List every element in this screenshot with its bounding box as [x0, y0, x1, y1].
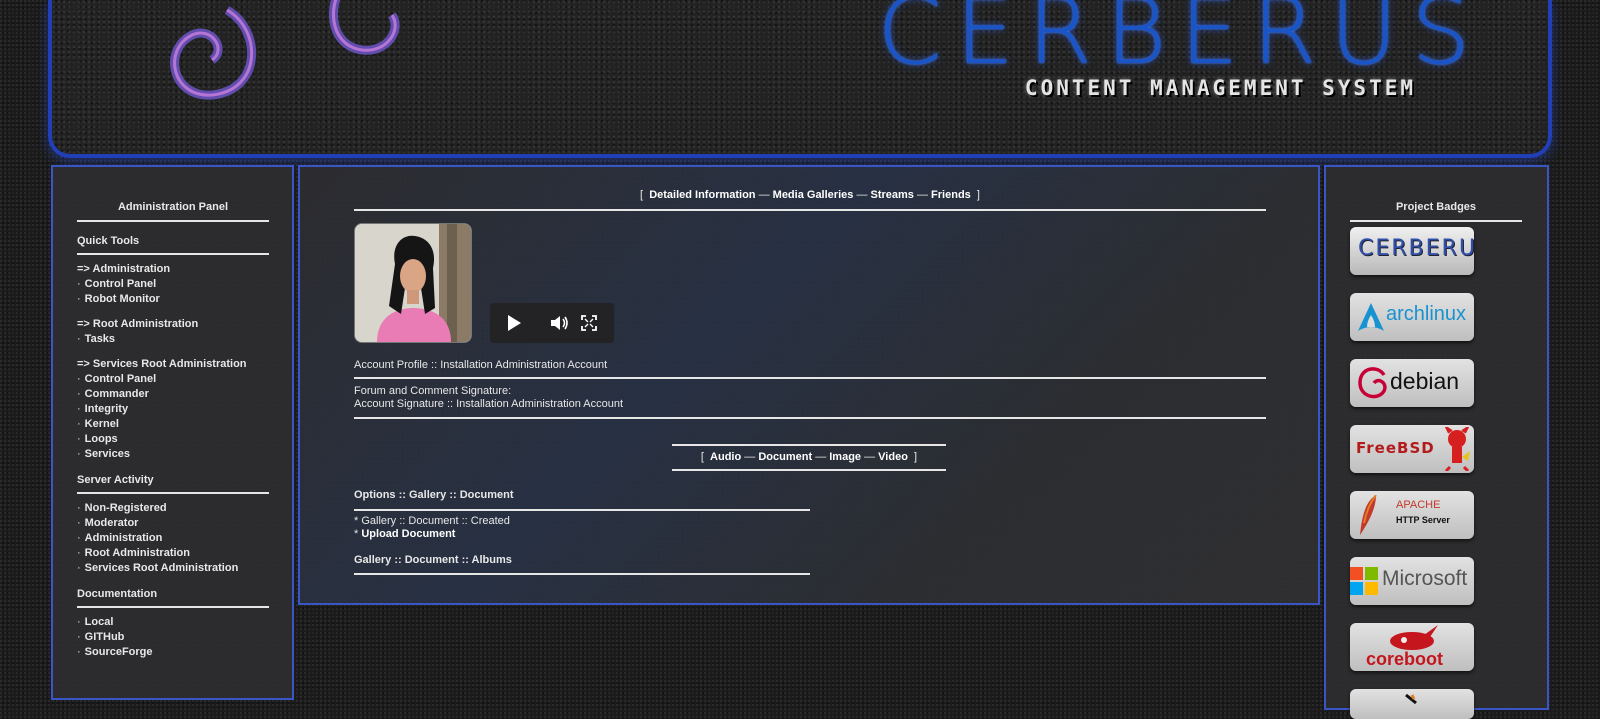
coreboot-hare-icon [1390, 625, 1438, 650]
media-nav-image[interactable]: Image [829, 451, 861, 463]
nav-streams[interactable]: Streams [871, 189, 914, 201]
admin-panel: Administration Panel Quick Tools => Admi… [51, 165, 294, 700]
badge-apache[interactable]: APACHE HTTP Server [1350, 491, 1474, 539]
profile-nav: [ Detailed Information — Media Galleries… [354, 189, 1266, 211]
bsd-daemon-icon [1444, 427, 1470, 471]
nav-item-kernel[interactable]: · Kernel [77, 417, 269, 432]
nav-group-root-administration[interactable]: => Root Administration [77, 317, 269, 332]
activity-item-administration[interactable]: · Administration [77, 531, 269, 546]
nav-item-integrity[interactable]: · Integrity [77, 402, 269, 417]
microsoft-logo-icon [1350, 567, 1378, 595]
badge-coreboot[interactable]: coreboot [1350, 623, 1474, 671]
quick-tools-heading: Quick Tools [77, 235, 269, 255]
activity-item-non-registered[interactable]: · Non-Registered [77, 501, 269, 516]
divider [354, 509, 810, 511]
volume-icon[interactable] [550, 314, 570, 332]
site-banner: CERBERUS CONTENT MANAGEMENT SYSTEM [48, 0, 1552, 158]
server-activity-heading: Server Activity [77, 474, 269, 494]
avatar-photo-icon [355, 224, 471, 342]
nav-friends[interactable]: Friends [931, 189, 971, 201]
brand-tagline: CONTENT MANAGEMENT SYSTEM [1024, 76, 1416, 100]
nav-media-galleries[interactable]: Media Galleries [773, 189, 854, 201]
profile-content-panel: [ Detailed Information — Media Galleries… [298, 165, 1320, 605]
activity-item-services-root-administration[interactable]: · Services Root Administration [77, 561, 269, 576]
doc-link-sourceforge[interactable]: · SourceForge [77, 645, 269, 660]
doc-link-local[interactable]: · Local [77, 615, 269, 630]
nav-item-tasks[interactable]: · Tasks [77, 332, 269, 347]
avatar [354, 223, 472, 343]
brand-title: CERBERUS [877, 0, 1484, 85]
divider [354, 377, 1266, 379]
activity-item-moderator[interactable]: · Moderator [77, 516, 269, 531]
media-type-nav: [ Audio — Document — Image — Video ] [672, 444, 946, 471]
nav-item-loops[interactable]: · Loops [77, 432, 269, 447]
divider [354, 417, 1266, 419]
upload-document-row: * Upload Document [354, 528, 456, 540]
badge-debian[interactable]: debian [1350, 359, 1474, 407]
nav-item-services-control-panel[interactable]: · Control Panel [77, 372, 269, 387]
badge-archlinux[interactable]: archlinux [1350, 293, 1474, 341]
media-nav-audio[interactable]: Audio [710, 451, 741, 463]
options-heading: Options :: Gallery :: Document [354, 489, 514, 501]
account-profile-text: Account Profile :: Installation Administ… [354, 359, 608, 371]
divider [354, 573, 810, 575]
debian-swirl-icon [1358, 367, 1387, 399]
admin-panel-title: Administration Panel [77, 201, 269, 222]
chevron-icon [1405, 693, 1417, 705]
documentation-heading: Documentation [77, 588, 269, 608]
swirl-logo-icon [170, 0, 400, 100]
nav-detailed-information[interactable]: Detailed Information [649, 189, 755, 201]
badge-cerberus[interactable]: CERBERUS [1350, 227, 1474, 275]
media-nav-document[interactable]: Document [758, 451, 812, 463]
nav-item-robot-monitor[interactable]: · Robot Monitor [77, 292, 269, 307]
badge-microsoft[interactable]: Microsoft [1350, 557, 1474, 605]
upload-document-link[interactable]: Upload Document [361, 528, 455, 540]
signature-value: Account Signature :: Installation Admini… [354, 398, 624, 410]
badge-freebsd[interactable]: FreeBSD [1350, 425, 1474, 473]
apache-feather-icon [1360, 495, 1377, 535]
signature-label: Forum and Comment Signature: [354, 385, 512, 397]
project-badges-title: Project Badges [1350, 201, 1522, 222]
project-badges-panel: Project Badges CERBERUS archlinux debian… [1324, 165, 1549, 719]
badge-partial[interactable] [1350, 689, 1474, 719]
nav-group-administration[interactable]: => Administration [77, 262, 269, 277]
nav-item-services[interactable]: · Services [77, 447, 269, 462]
arch-logo-icon [1358, 303, 1384, 331]
fullscreen-icon[interactable] [581, 315, 597, 331]
media-player[interactable] [490, 303, 614, 343]
nav-item-commander[interactable]: · Commander [77, 387, 269, 402]
nav-item-control-panel[interactable]: · Control Panel [77, 277, 269, 292]
albums-heading: Gallery :: Document :: Albums [354, 554, 512, 566]
play-icon[interactable] [506, 314, 522, 332]
nav-group-services-root-administration[interactable]: => Services Root Administration [77, 357, 269, 372]
doc-link-github[interactable]: · GITHub [77, 630, 269, 645]
media-nav-video[interactable]: Video [878, 451, 908, 463]
activity-item-root-administration[interactable]: · Root Administration [77, 546, 269, 561]
gallery-created-text: * Gallery :: Document :: Created [354, 515, 510, 527]
